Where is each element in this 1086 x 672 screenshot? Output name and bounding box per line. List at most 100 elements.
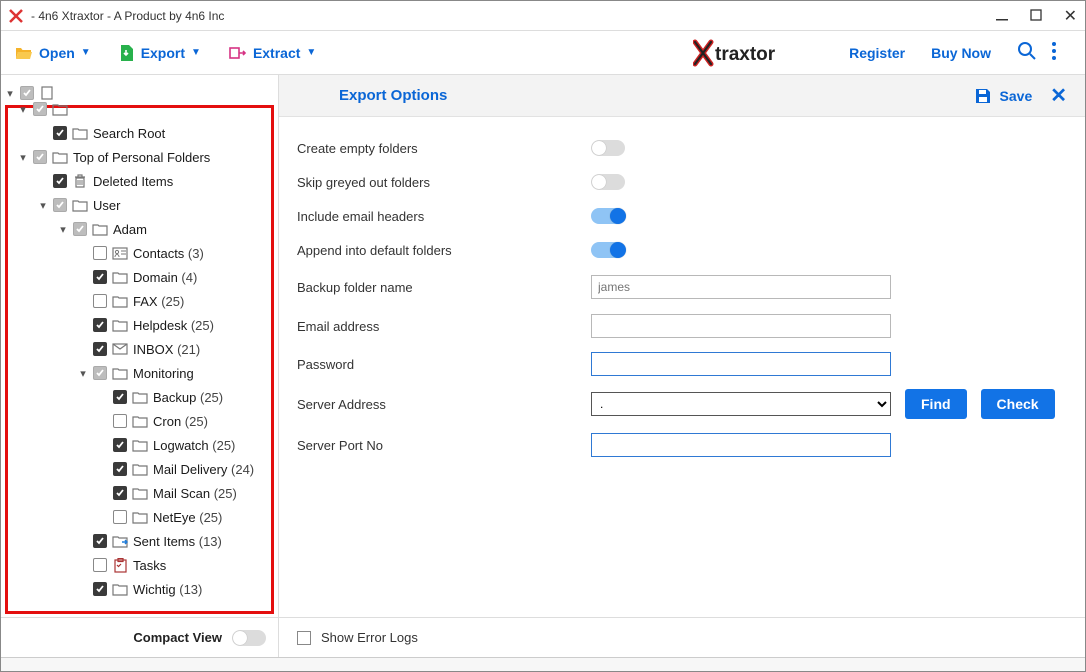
export-label: Export <box>141 45 185 61</box>
tree-checkbox[interactable] <box>93 582 107 596</box>
save-icon <box>974 87 992 105</box>
folder-icon <box>132 462 148 476</box>
compact-view-bar: Compact View <box>1 617 278 657</box>
tree-label: Domain (4) <box>133 270 197 285</box>
tree-item[interactable]: ▾ <box>10 97 269 121</box>
tree-label: NetEye (25) <box>153 510 222 525</box>
tree-item[interactable]: ▾User <box>10 193 269 217</box>
tree-checkbox[interactable] <box>113 414 127 428</box>
tree-twisty-icon[interactable]: ▾ <box>58 223 68 236</box>
tree-checkbox[interactable] <box>113 390 127 404</box>
tree-item[interactable]: Domain (4) <box>10 265 269 289</box>
tree-checkbox[interactable] <box>33 150 47 164</box>
tree-item[interactable]: ▾Top of Personal Folders <box>10 145 269 169</box>
extract-button[interactable]: Extract ▼ <box>229 45 316 61</box>
tree-checkbox[interactable] <box>113 510 127 524</box>
file-icon <box>39 86 55 100</box>
tree-item[interactable]: INBOX (21) <box>10 337 269 361</box>
compact-view-toggle[interactable] <box>232 630 266 646</box>
compact-view-label: Compact View <box>133 630 222 645</box>
brand-logo: traxtor <box>693 38 823 68</box>
save-button[interactable]: Save <box>974 87 1033 105</box>
tree-checkbox[interactable] <box>53 174 67 188</box>
tree-item[interactable]: Backup (25) <box>10 385 269 409</box>
tree-checkbox[interactable] <box>93 294 107 308</box>
email-input[interactable] <box>591 314 891 338</box>
statusbar <box>1 657 1085 671</box>
maximize-button[interactable] <box>1030 8 1042 24</box>
email-label: Email address <box>297 319 591 334</box>
register-link[interactable]: Register <box>849 45 905 61</box>
tree-item[interactable]: Cron (25) <box>10 409 269 433</box>
tree-checkbox[interactable] <box>113 438 127 452</box>
tree-checkbox[interactable] <box>93 246 107 260</box>
tree-checkbox[interactable] <box>53 126 67 140</box>
find-button[interactable]: Find <box>905 389 967 419</box>
buy-now-link[interactable]: Buy Now <box>931 45 991 61</box>
tree-checkbox[interactable] <box>93 366 107 380</box>
search-icon[interactable] <box>1017 41 1037 64</box>
check-button[interactable]: Check <box>981 389 1055 419</box>
folder-icon <box>132 510 148 524</box>
tree-item[interactable]: Logwatch (25) <box>10 433 269 457</box>
tree-item[interactable]: Mail Scan (25) <box>10 481 269 505</box>
create-empty-toggle[interactable] <box>591 140 625 156</box>
backup-name-input[interactable] <box>591 275 891 299</box>
app-logo-icon <box>9 9 23 23</box>
tree-twisty-icon[interactable]: ▾ <box>18 151 28 164</box>
tree-item[interactable]: Sent Items (13) <box>10 529 269 553</box>
tree-checkbox[interactable] <box>33 102 47 116</box>
tree-checkbox[interactable] <box>113 486 127 500</box>
tree-twisty-icon[interactable]: ▾ <box>78 367 88 380</box>
tree-label: Search Root <box>93 126 165 141</box>
tree-checkbox[interactable] <box>20 86 34 100</box>
password-input[interactable] <box>591 352 891 376</box>
folder-icon <box>112 318 128 332</box>
include-headers-label: Include email headers <box>297 209 591 224</box>
minimize-button[interactable] <box>996 8 1008 24</box>
tree-checkbox[interactable] <box>113 462 127 476</box>
close-panel-button[interactable]: ✕ <box>1050 83 1067 108</box>
tree-twisty-icon[interactable]: ▾ <box>18 103 28 116</box>
tree-item[interactable]: FAX (25) <box>10 289 269 313</box>
tree-selection-box: ▾ Search Root ▾Top of Personal FoldersDele… <box>5 105 274 614</box>
folder-icon <box>132 438 148 452</box>
tree-twisty-icon[interactable]: ▾ <box>5 87 15 100</box>
tree-item[interactable]: Deleted Items <box>10 169 269 193</box>
window-controls: ✕ <box>996 6 1077 26</box>
server-address-select[interactable]: . <box>591 392 891 416</box>
tree-item[interactable]: Mail Delivery (24) <box>10 457 269 481</box>
tree-item[interactable]: Helpdesk (25) <box>10 313 269 337</box>
open-button[interactable]: Open ▼ <box>15 45 91 61</box>
tree-checkbox[interactable] <box>93 270 107 284</box>
tree-checkbox[interactable] <box>93 318 107 332</box>
tree-item[interactable]: Search Root <box>10 121 269 145</box>
skip-greyed-toggle[interactable] <box>591 174 625 190</box>
server-port-input[interactable] <box>591 433 891 457</box>
folder-icon <box>112 270 128 284</box>
tree-checkbox[interactable] <box>93 342 107 356</box>
tree-checkbox[interactable] <box>93 558 107 572</box>
tree-checkbox[interactable] <box>53 198 67 212</box>
tree-checkbox[interactable] <box>73 222 87 236</box>
server-address-label: Server Address <box>297 397 591 412</box>
export-button[interactable]: Export ▼ <box>119 44 201 62</box>
tree-label: Helpdesk (25) <box>133 318 214 333</box>
more-icon[interactable] <box>1051 41 1057 64</box>
show-error-logs-checkbox[interactable] <box>297 631 311 645</box>
tree-item[interactable]: Wichtig (13) <box>10 577 269 601</box>
append-default-toggle[interactable] <box>591 242 625 258</box>
tree-item[interactable]: ▾Monitoring <box>10 361 269 385</box>
tree-item[interactable]: Tasks <box>10 553 269 577</box>
server-port-label: Server Port No <box>297 438 591 453</box>
tree-item[interactable]: Contacts (3) <box>10 241 269 265</box>
tree-item[interactable]: NetEye (25) <box>10 505 269 529</box>
include-headers-toggle[interactable] <box>591 208 625 224</box>
folder-icon <box>132 390 148 404</box>
tree-checkbox[interactable] <box>93 534 107 548</box>
open-label: Open <box>39 45 75 61</box>
close-button[interactable]: ✕ <box>1064 6 1077 26</box>
append-default-label: Append into default folders <box>297 243 591 258</box>
tree-item[interactable]: ▾Adam <box>10 217 269 241</box>
tree-twisty-icon[interactable]: ▾ <box>38 199 48 212</box>
